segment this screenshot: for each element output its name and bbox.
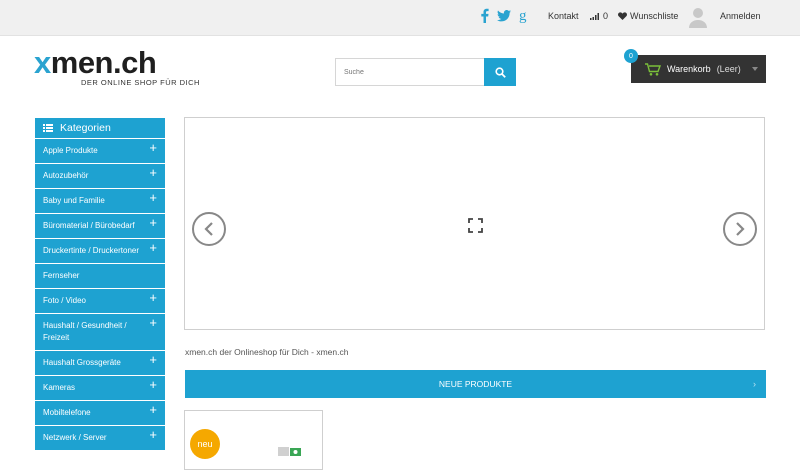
list-icon	[43, 124, 53, 132]
top-bar: g Kontakt 0 Wunschliste Anmelden	[0, 0, 800, 36]
category-item-tv[interactable]: Fernseher	[35, 263, 165, 288]
image-slider	[184, 117, 765, 330]
category-item-auto[interactable]: Autozubehör +	[35, 163, 165, 188]
product-thumbnail	[278, 447, 301, 456]
user-avatar-icon[interactable]	[688, 6, 708, 28]
expand-plus-icon[interactable]: +	[149, 291, 157, 304]
expand-plus-icon[interactable]: +	[149, 166, 157, 179]
expand-plus-icon[interactable]: +	[149, 428, 157, 441]
logo-tagline: DER ONLINE SHOP FÜR DICH	[81, 78, 200, 87]
compare-count: 0	[603, 11, 609, 21]
category-label: Autozubehör	[43, 171, 89, 180]
cart-button[interactable]: 0 Warenkorb (Leer)	[624, 49, 766, 83]
login-link[interactable]: Anmelden	[720, 11, 761, 21]
contact-link[interactable]: Kontakt	[548, 11, 579, 21]
search-icon	[494, 66, 506, 78]
category-title: Kategorien	[60, 122, 111, 134]
new-products-label: NEUE PRODUKTE	[438, 379, 513, 389]
chevron-right-icon	[736, 222, 745, 236]
logo-text: men.ch	[50, 45, 157, 80]
logo[interactable]: xmen.ch DER ONLINE SHOP FÜR DICH	[34, 45, 199, 87]
category-label: Netzwerk / Server	[43, 433, 107, 442]
wishlist-label: Wunschliste	[630, 11, 679, 21]
slider-next-button[interactable]	[723, 212, 757, 246]
category-sidebar: Kategorien Apple Produkte + Autozubehör + …	[35, 118, 165, 450]
category-item-photo[interactable]: Foto / Video +	[35, 288, 165, 313]
new-badge: neu	[190, 429, 220, 459]
logo-x: x	[34, 45, 51, 80]
expand-plus-icon[interactable]: +	[149, 191, 157, 204]
expand-plus-icon[interactable]: +	[149, 403, 157, 416]
category-label: Kameras	[43, 383, 76, 392]
cart-count-badge: 0	[624, 49, 638, 63]
wishlist-link[interactable]: Wunschliste	[618, 11, 678, 21]
category-item-cameras[interactable]: Kameras +	[35, 375, 165, 400]
category-label: Fernseher	[43, 271, 80, 280]
new-products-bar[interactable]: NEUE PRODUKTE ›	[185, 370, 766, 398]
category-label: Apple Produkte	[43, 146, 98, 155]
shopping-cart-icon	[645, 62, 661, 76]
category-item-baby[interactable]: Baby und Familie +	[35, 188, 165, 213]
category-item-network[interactable]: Netzwerk / Server +	[35, 425, 165, 450]
category-label: Foto / Video	[43, 296, 86, 305]
google-plus-icon[interactable]: g	[519, 8, 529, 28]
expand-plus-icon[interactable]: +	[149, 241, 157, 254]
shop-tagline: xmen.ch der Onlineshop für Dich - xmen.c…	[185, 347, 349, 357]
category-item-apple[interactable]: Apple Produkte +	[35, 138, 165, 163]
facebook-icon[interactable]	[480, 8, 489, 28]
social-links: g	[480, 8, 529, 28]
category-item-appliances[interactable]: Haushalt Grossgeräte +	[35, 350, 165, 375]
chevron-left-icon	[204, 222, 213, 236]
search-button[interactable]	[484, 58, 516, 86]
category-label: Baby und Familie	[43, 196, 105, 205]
compare-link[interactable]: 0	[590, 11, 608, 21]
slider-prev-button[interactable]	[192, 212, 226, 246]
category-header: Kategorien	[35, 118, 165, 138]
cart-caret-icon	[752, 67, 758, 71]
category-item-office[interactable]: Büromaterial / Bürobedarf +	[35, 213, 165, 238]
expand-plus-icon[interactable]: +	[149, 316, 157, 329]
category-item-household[interactable]: Haushalt / Gesundheit / Freizeit +	[35, 313, 165, 350]
expand-plus-icon[interactable]: +	[149, 216, 157, 229]
cart-status: (Leer)	[716, 64, 741, 74]
signal-bars-icon	[590, 12, 599, 20]
category-label: Büromaterial / Bürobedarf	[43, 221, 135, 230]
header: xmen.ch DER ONLINE SHOP FÜR DICH 0 Waren…	[0, 36, 800, 116]
category-item-mobile[interactable]: Mobiltelefone +	[35, 400, 165, 425]
category-label: Druckertinte / Druckertoner	[43, 246, 140, 255]
chevron-right-icon: ›	[753, 379, 756, 389]
category-label: Haushalt Grossgeräte	[43, 358, 121, 367]
loading-spinner-icon	[467, 217, 484, 239]
category-label: Mobiltelefone	[43, 408, 91, 417]
search-input[interactable]	[335, 58, 484, 86]
expand-plus-icon[interactable]: +	[149, 378, 157, 391]
product-card[interactable]: neu	[184, 410, 323, 470]
expand-plus-icon[interactable]: +	[149, 353, 157, 366]
expand-plus-icon[interactable]: +	[149, 141, 157, 154]
heart-icon	[618, 12, 627, 20]
twitter-icon[interactable]	[497, 9, 511, 27]
svg-text:g: g	[519, 8, 527, 23]
category-item-printer[interactable]: Druckertinte / Druckertoner +	[35, 238, 165, 263]
category-label: Haushalt / Gesundheit / Freizeit	[43, 321, 127, 342]
cart-label: Warenkorb	[667, 64, 711, 74]
search-form	[335, 58, 516, 86]
